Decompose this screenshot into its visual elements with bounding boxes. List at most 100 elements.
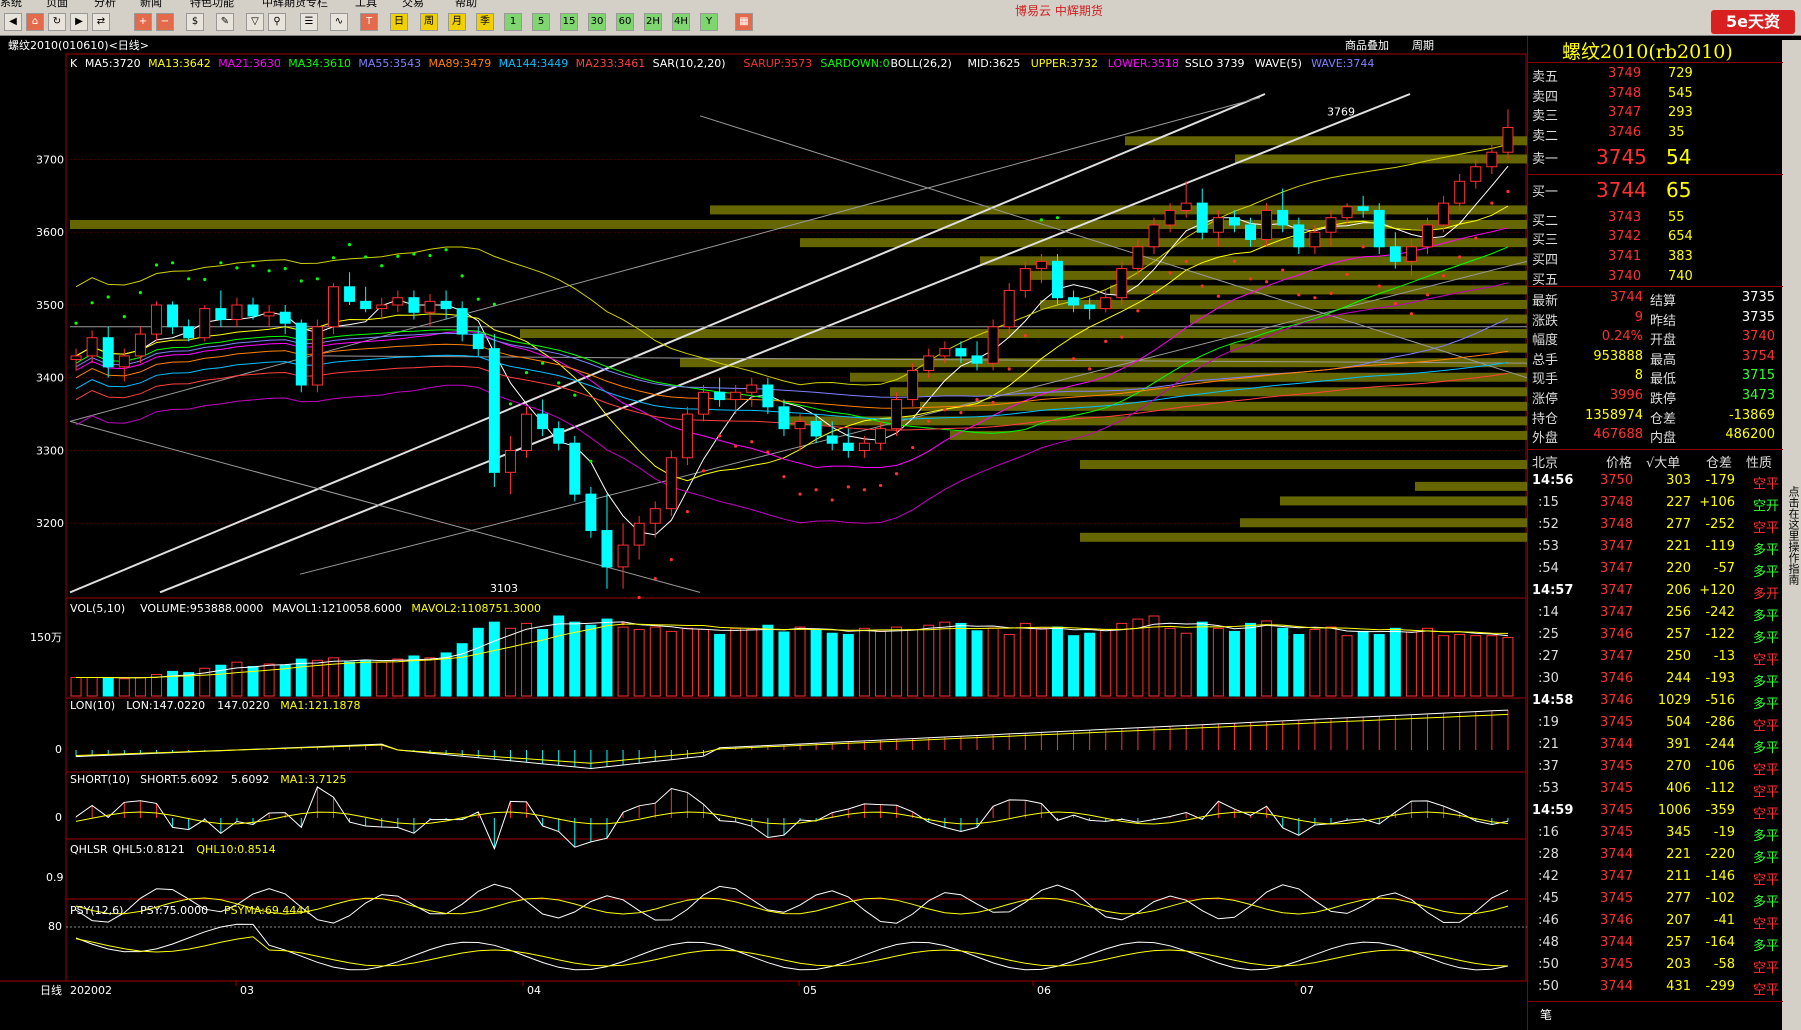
fund-icon[interactable]: $: [186, 13, 204, 31]
menu-item-6[interactable]: 工具: [355, 0, 377, 8]
zoom-out-icon[interactable]: −: [156, 13, 174, 31]
volume-bar-4: [134, 677, 146, 697]
filter-icon[interactable]: ▽: [246, 13, 264, 31]
sar-dot-12: [267, 269, 271, 273]
sar-dot-28: [524, 371, 529, 375]
ask-row-0[interactable]: 卖五 3749 729: [1528, 66, 1783, 86]
tick-time: :37: [1538, 759, 1559, 774]
bid-row-0[interactable]: 买一 3744 65: [1528, 178, 1783, 202]
ask-label: 卖四: [1532, 89, 1559, 105]
tick-nature: 空平: [1752, 961, 1779, 976]
menu-item-3[interactable]: 新闻: [140, 0, 162, 8]
volume-bar-24: [456, 643, 468, 697]
candle-body-27: [504, 449, 516, 473]
day-period-icon[interactable]: 日: [390, 13, 408, 31]
draw-icon[interactable]: ✎: [216, 13, 234, 31]
tab-tick-list[interactable]: 笔: [1540, 1006, 1552, 1023]
period-button-4[interactable]: 5: [532, 13, 550, 31]
table-icon[interactable]: ☰: [300, 13, 318, 31]
price-tick-2: 3500: [36, 299, 64, 312]
top-banner: 博易云 中辉期货: [1015, 4, 1103, 18]
ma-legend-15: LOWER:3518: [1108, 57, 1179, 70]
period-button-9[interactable]: 4H: [672, 13, 690, 31]
sar-dot-45: [798, 492, 802, 496]
tick-icon[interactable]: T: [360, 13, 378, 31]
tick-oi-change: -252: [1705, 517, 1735, 532]
pin-icon[interactable]: ⚲: [268, 13, 286, 31]
ma-legend-5: MA55:3543: [358, 57, 421, 70]
menu-item-5[interactable]: 中辉期货专栏: [262, 0, 328, 8]
candle-body-26: [488, 348, 500, 473]
menu-item-1[interactable]: 页面: [46, 0, 68, 8]
volume-bar-61: [1051, 626, 1063, 697]
link-icon[interactable]: ⇄: [92, 13, 110, 31]
menu-item-8[interactable]: 帮助: [455, 0, 477, 8]
month-label-1: 04: [527, 984, 541, 997]
period-button-0[interactable]: 周: [420, 13, 438, 31]
period-button-10[interactable]: Y: [700, 13, 718, 31]
tick-volume: 211: [1666, 869, 1691, 884]
volume-bar-84: [1422, 627, 1433, 697]
volume-bar-68: [1164, 627, 1176, 697]
period-button-3[interactable]: 1: [504, 13, 522, 31]
sar-dot-13: [283, 267, 287, 271]
profile-bar-20: [1280, 496, 1527, 506]
candle-body-65: [1116, 268, 1128, 299]
volume-bar-59: [1019, 622, 1031, 697]
chart-icon[interactable]: ∿: [330, 13, 348, 31]
trend-line-0: [69, 93, 1266, 594]
candle-body-33: [601, 530, 613, 568]
volume-bar-55: [955, 622, 967, 697]
tick-oi-change: -286: [1705, 715, 1735, 730]
grid-icon[interactable]: ▦: [735, 13, 753, 31]
menu-item-4[interactable]: 特色功能: [190, 0, 234, 8]
refresh-icon[interactable]: ↻: [48, 13, 66, 31]
kline-chart-area[interactable]: 螺纹2010(010610)<日线> 商品叠加 周期 K MA5:3720 MA13:36…: [0, 36, 1527, 1030]
volume-bar-39: [698, 629, 709, 697]
quote-title: 螺纹2010(rb2010): [1562, 41, 1733, 63]
tick-volume: 504: [1666, 715, 1691, 730]
period-button-6[interactable]: 30: [588, 13, 606, 31]
ask-row-4[interactable]: 卖一 3745 54: [1528, 145, 1783, 169]
period-button-1[interactable]: 月: [448, 13, 466, 31]
sar-dot-40: [718, 434, 722, 438]
tick-nature: 多平: [1752, 543, 1779, 558]
volume-bar-83: [1405, 631, 1417, 697]
kline-chart-svg[interactable]: 螺纹2010(010610)<日线> 商品叠加 周期 K MA5:3720 MA13:36…: [0, 36, 1527, 1030]
candle-body-30: [553, 428, 565, 444]
ask-row-3[interactable]: 卖二 3746 35: [1528, 125, 1783, 145]
right-side-strip[interactable]: 点击在这里操作指南: [1782, 40, 1801, 1030]
ask-row-1[interactable]: 卖四 3748 545: [1528, 86, 1783, 106]
ma-legend-1: MA5:3720: [85, 57, 141, 70]
menu-item-7[interactable]: 交易: [402, 0, 424, 8]
bid-row-2[interactable]: 买三 3742 654: [1528, 229, 1783, 249]
menu-item-2[interactable]: 分析: [94, 0, 116, 8]
back-icon[interactable]: ◀: [4, 13, 22, 31]
ask-row-2[interactable]: 卖三 3747 293: [1528, 105, 1783, 125]
forward-icon[interactable]: ▶: [70, 13, 88, 31]
tick-price: 3745: [1600, 891, 1634, 906]
period-button-8[interactable]: 2H: [644, 13, 662, 31]
candle-body-13: [279, 311, 291, 324]
sar-dot-32: [589, 459, 593, 464]
zoom-in-icon[interactable]: +: [134, 13, 152, 31]
period-button-7[interactable]: 60: [616, 13, 634, 31]
tick-volume: 206: [1666, 583, 1691, 598]
period-button-2[interactable]: 季: [476, 13, 494, 31]
ask-volume: 35: [1668, 125, 1685, 141]
candle-body-82: [1389, 246, 1401, 262]
period-button-5[interactable]: 15: [560, 13, 578, 31]
short-legend-3: MA1:3.7125: [280, 773, 346, 786]
sar-dot-60: [1039, 218, 1043, 222]
menu-item-0[interactable]: 系统: [0, 0, 22, 8]
home-icon[interactable]: ⌂: [26, 13, 44, 31]
bid-row-1[interactable]: 买二 3743 55: [1528, 210, 1783, 230]
lon-legend-0: LON(10): [70, 699, 115, 712]
vol-legend-0: VOL(5,10): [70, 602, 125, 615]
sar-dot-80: [1361, 245, 1365, 249]
stat-row-7: 外盘 467688 内盘 486200: [1528, 427, 1783, 447]
profile-bar-8: [1040, 299, 1527, 309]
bid-row-3[interactable]: 买四 3741 383: [1528, 249, 1783, 269]
tick-header-2: √大单: [1646, 456, 1681, 471]
profile-bar-19: [1415, 481, 1527, 491]
